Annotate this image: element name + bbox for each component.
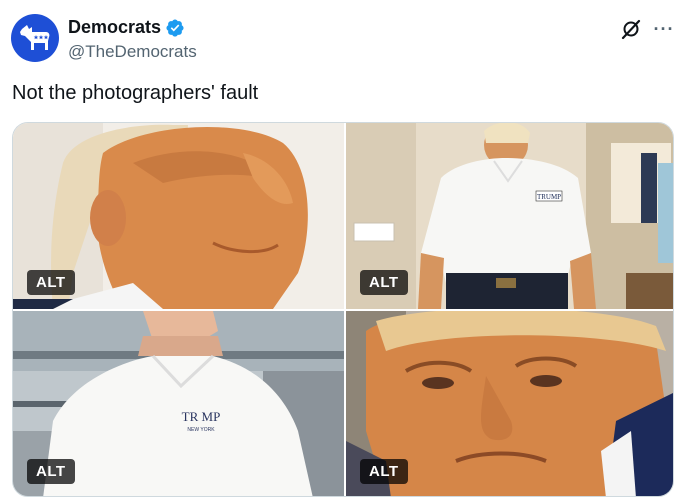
alt-badge[interactable]: ALT	[27, 270, 75, 295]
alt-badge[interactable]: ALT	[27, 459, 75, 484]
photo-2-shirt-text: TRUMP	[537, 193, 561, 201]
photo-2[interactable]: TRUMP ALT	[346, 123, 673, 309]
media-grid: ALT TRUMP ALT TR MP NEW YORK ALT ALT	[12, 122, 674, 497]
author-handle[interactable]: @TheDemocrats	[68, 42, 197, 62]
author-name[interactable]: Democrats	[68, 17, 161, 38]
grok-icon	[621, 19, 641, 40]
author-name-row[interactable]: Democrats	[68, 17, 185, 38]
photo-3[interactable]: TR MP NEW YORK ALT	[13, 311, 344, 496]
grok-button[interactable]	[619, 17, 643, 41]
more-options-button[interactable]: ···	[652, 17, 676, 41]
tweet-text: Not the photographers' fault	[12, 82, 259, 104]
alt-badge[interactable]: ALT	[360, 270, 408, 295]
donkey-logo-icon	[20, 25, 50, 50]
avatar[interactable]	[11, 14, 59, 62]
photo-4[interactable]: ALT	[346, 311, 673, 496]
photo-3-shirt-subtext: NEW YORK	[187, 427, 215, 433]
photo-1[interactable]: ALT	[13, 123, 344, 309]
alt-badge[interactable]: ALT	[360, 459, 408, 484]
photo-3-shirt-text: TR MP	[182, 409, 221, 424]
more-icon: ···	[653, 18, 675, 39]
tweet-card: Democrats @TheDemocrats ··· Not the phot…	[0, 0, 696, 501]
verified-badge-icon[interactable]	[165, 18, 185, 38]
